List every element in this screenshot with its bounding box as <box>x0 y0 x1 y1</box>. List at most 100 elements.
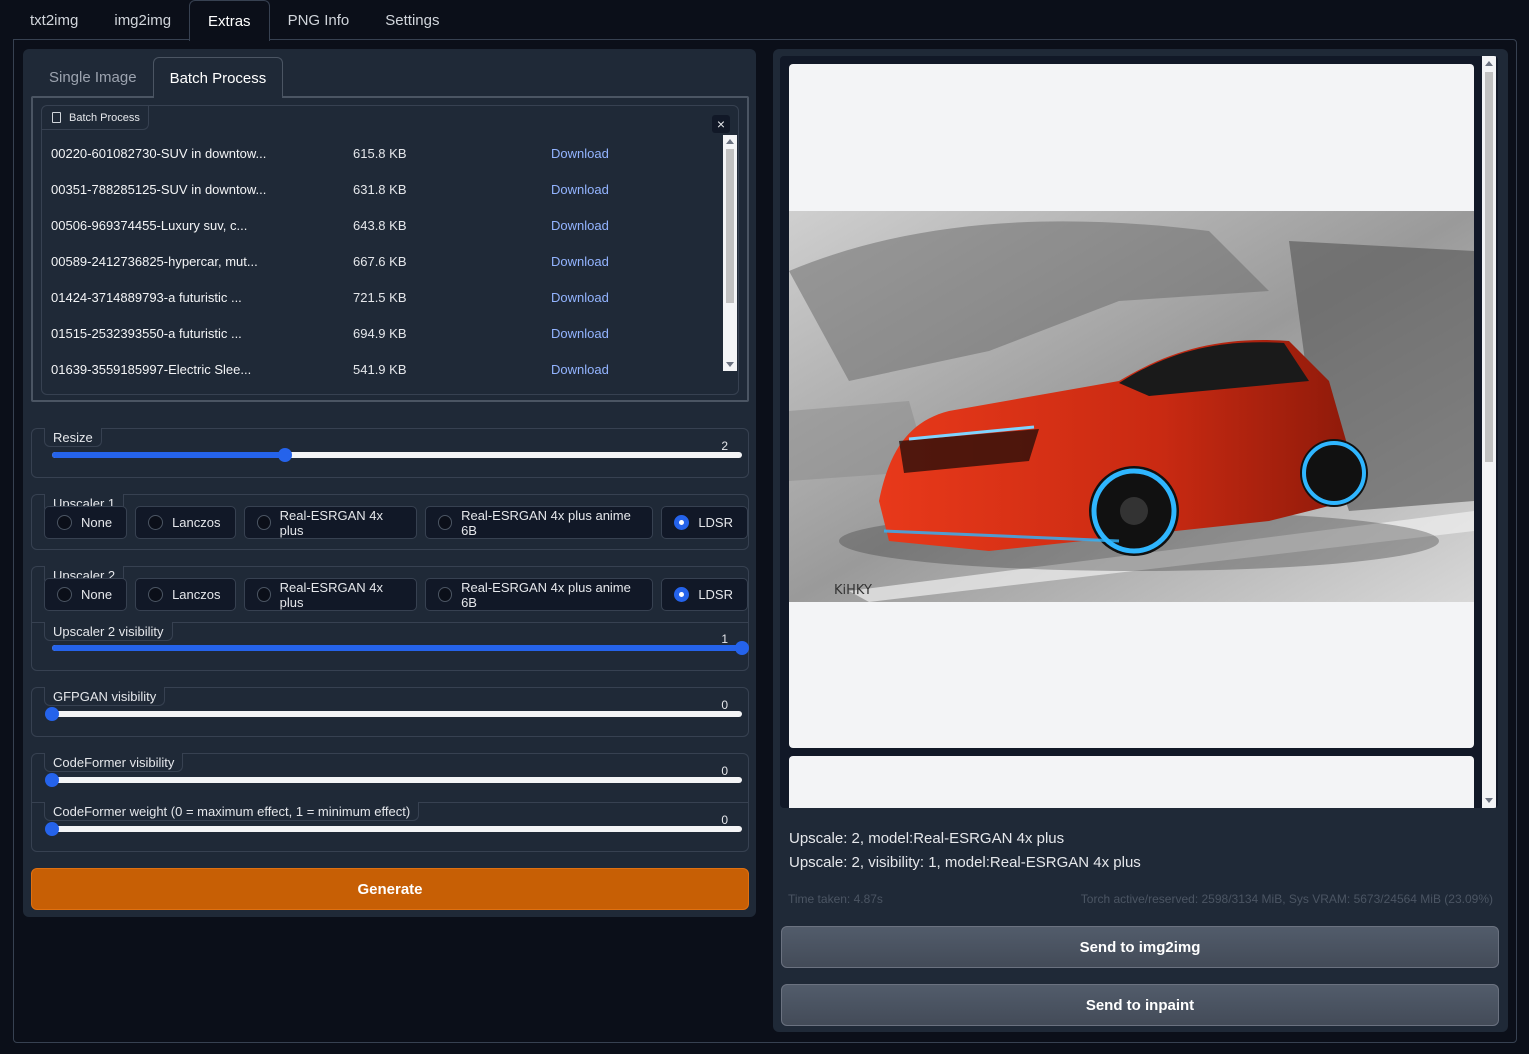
tab-batch-process[interactable]: Batch Process <box>152 57 284 98</box>
file-row: 00589-2412736825-hypercar, mut... 667.6 … <box>42 243 722 279</box>
gfpgan-block: GFPGAN visibility 0 <box>31 687 749 737</box>
slider-knob[interactable] <box>45 822 59 836</box>
tab-settings[interactable]: Settings <box>367 0 457 40</box>
download-link[interactable]: Download <box>551 218 609 233</box>
file-row: 00506-969374455-Luxury suv, c... 643.8 K… <box>42 207 722 243</box>
file-name: 00589-2412736825-hypercar, mut... <box>51 253 258 269</box>
file-name: 00220-601082730-SUV in downtow... <box>51 145 267 161</box>
file-size: 631.8 KB <box>353 181 407 197</box>
upscaler1-option-esrgan[interactable]: Real-ESRGAN 4x plus <box>243 506 417 539</box>
slider-knob[interactable] <box>277 448 292 462</box>
file-row: 00220-601082730-SUV in downtow... 615.8 … <box>42 135 722 171</box>
output-image[interactable]: KiHKY <box>789 211 1474 602</box>
download-link[interactable]: Download <box>551 326 609 341</box>
upscaler1-option-lanczos[interactable]: Lanczos <box>135 506 236 539</box>
send-to-inpaint-button[interactable]: Send to inpaint <box>781 984 1499 1026</box>
scroll-down-icon[interactable] <box>1485 798 1493 803</box>
upscaler2-option-esrgan[interactable]: Real-ESRGAN 4x plus <box>243 578 417 611</box>
output-image-frame[interactable]: KiHKY <box>789 64 1474 748</box>
slider-fill <box>52 645 742 651</box>
radio-dot[interactable] <box>437 587 453 602</box>
codeformer-weight-slider[interactable] <box>45 822 742 836</box>
codeformer-weight-value[interactable]: 0 <box>721 813 728 827</box>
close-icon: × <box>716 116 726 132</box>
radio-dot[interactable] <box>148 587 164 602</box>
radio-dot[interactable] <box>674 587 690 602</box>
file-list-scrollbar[interactable] <box>723 135 737 371</box>
file-list: 00220-601082730-SUV in downtow... 615.8 … <box>42 135 722 387</box>
slider-fill <box>52 452 285 458</box>
scroll-thumb[interactable] <box>726 149 734 303</box>
upscaler2-visibility-slider[interactable] <box>52 641 749 655</box>
upscaler2-option-esrgan-anime[interactable]: Real-ESRGAN 4x plus anime 6B <box>424 578 654 611</box>
file-size: 643.8 KB <box>353 217 407 233</box>
codeformer-visibility-slider[interactable] <box>45 773 742 787</box>
file-name: 00506-969374455-Luxury suv, c... <box>51 217 248 233</box>
upscaler1-option-esrgan-anime[interactable]: Real-ESRGAN 4x plus anime 6B <box>424 506 654 539</box>
radio-dot[interactable] <box>674 515 690 530</box>
upscaler2-option-lanczos[interactable]: Lanczos <box>135 578 236 611</box>
codeformer-visibility-label: CodeFormer visibility <box>44 753 184 772</box>
resize-slider[interactable] <box>52 448 742 462</box>
scroll-up-icon[interactable] <box>726 139 734 144</box>
output-gallery: KiHKY <box>780 56 1498 808</box>
gfpgan-slider[interactable] <box>45 707 742 721</box>
tab-txt2img[interactable]: txt2img <box>12 0 96 40</box>
slider-knob[interactable] <box>45 707 59 721</box>
file-size: 541.9 KB <box>353 361 407 377</box>
download-link[interactable]: Download <box>551 254 609 269</box>
tab-png-info[interactable]: PNG Info <box>270 0 368 40</box>
download-link[interactable]: Download <box>551 146 609 161</box>
info-line: Upscale: 2, visibility: 1, model:Real-ES… <box>789 854 1141 871</box>
file-icon <box>52 112 61 123</box>
scroll-up-icon[interactable] <box>1485 61 1493 66</box>
file-row: 01515-2532393550-a futuristic ... 694.9 … <box>42 315 722 351</box>
slider-knob[interactable] <box>735 641 749 655</box>
download-link[interactable]: Download <box>551 290 609 305</box>
radio-dot[interactable] <box>57 587 72 602</box>
radio-dot[interactable] <box>256 515 271 530</box>
slider-knob[interactable] <box>45 773 59 787</box>
batch-label-text: Batch Process <box>69 111 140 124</box>
next-image-thumb[interactable] <box>789 756 1474 808</box>
left-panel: Single Image Batch Process Batch Process… <box>23 49 756 917</box>
tab-single-image[interactable]: Single Image <box>33 57 153 97</box>
batch-process-box: Batch Process × 00220-601082730-SUV in d… <box>31 96 749 402</box>
vram-usage: Torch active/reserved: 2598/3134 MiB, Sy… <box>1080 892 1493 906</box>
gallery-scrollbar[interactable] <box>1482 56 1496 808</box>
codeformer-visibility-value[interactable]: 0 <box>721 764 728 778</box>
radio-dot[interactable] <box>57 515 72 530</box>
upscaler1-option-none[interactable]: None <box>44 506 128 539</box>
scroll-thumb[interactable] <box>1485 72 1493 462</box>
gfpgan-value[interactable]: 0 <box>721 698 728 712</box>
send-to-img2img-button[interactable]: Send to img2img <box>781 926 1499 968</box>
tab-extras[interactable]: Extras <box>189 0 270 41</box>
upscaler2-option-ldsr[interactable]: LDSR <box>661 578 748 611</box>
sub-tabs: Single Image Batch Process <box>33 57 284 98</box>
resize-label: Resize <box>44 428 102 447</box>
radio-label: Lanczos <box>172 515 221 530</box>
file-row: 00351-788285125-SUV in downtow... 631.8 … <box>42 171 722 207</box>
upscaler1-option-ldsr[interactable]: LDSR <box>661 506 748 539</box>
upscaler2-option-none[interactable]: None <box>44 578 128 611</box>
download-link[interactable]: Download <box>551 362 609 377</box>
resize-value[interactable]: 2 <box>721 439 728 453</box>
upscaler2-options: None Lanczos Real-ESRGAN 4x plus Real-ES… <box>44 578 748 611</box>
download-link[interactable]: Download <box>551 182 609 197</box>
radio-dot[interactable] <box>148 515 164 530</box>
tab-img2img[interactable]: img2img <box>96 0 189 40</box>
upscaler1-block: Upscaler 1 None Lanczos Real-ESRGAN 4x p… <box>31 494 749 550</box>
codeformer-block: CodeFormer visibility 0 CodeFormer weigh… <box>31 753 749 852</box>
radio-dot[interactable] <box>437 515 453 530</box>
upscaler2-visibility-value[interactable]: 1 <box>721 632 728 646</box>
file-size: 667.6 KB <box>353 253 407 269</box>
codeformer-weight-label: CodeFormer weight (0 = maximum effect, 1… <box>44 802 420 821</box>
info-line: Upscale: 2, model:Real-ESRGAN 4x plus <box>789 830 1065 847</box>
generate-button[interactable]: Generate <box>31 868 749 910</box>
scroll-down-icon[interactable] <box>726 362 734 367</box>
file-row: 01639-3559185997-Electric Slee... 541.9 … <box>42 351 722 387</box>
close-button[interactable]: × <box>712 115 730 133</box>
batch-label: Batch Process <box>42 106 149 130</box>
radio-dot[interactable] <box>256 587 271 602</box>
resize-block: Resize 2 <box>31 428 749 478</box>
